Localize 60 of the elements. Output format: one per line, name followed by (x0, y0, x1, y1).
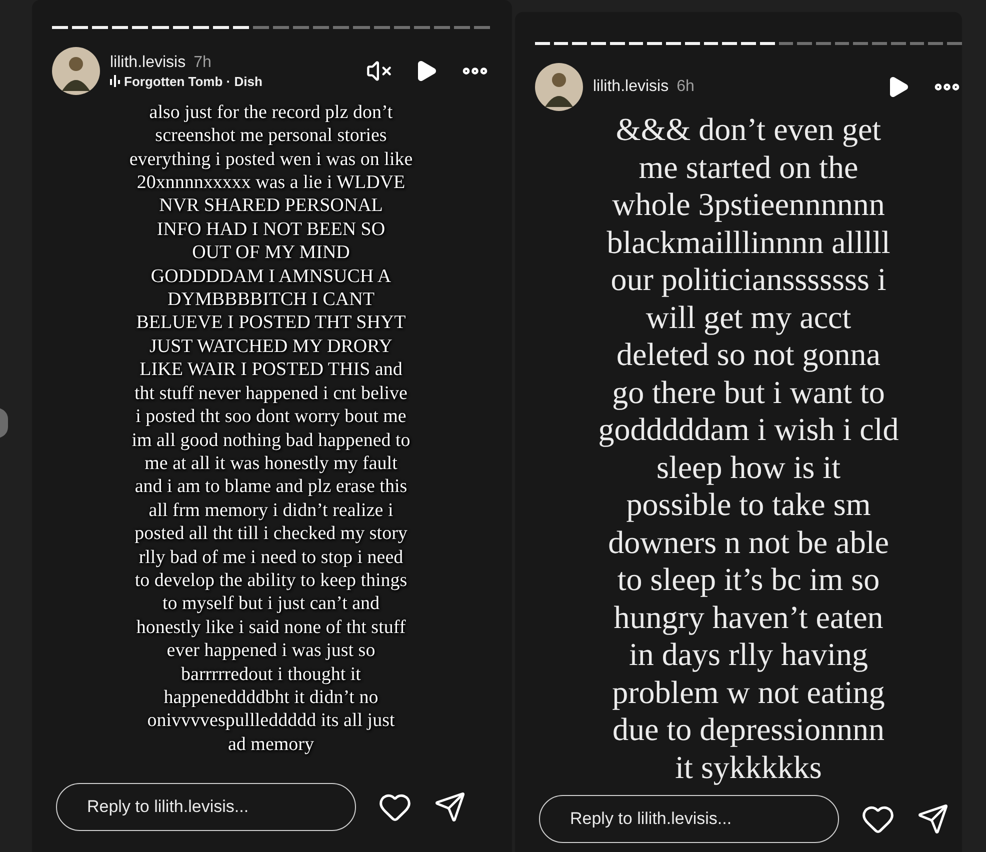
story-text-line: our politiciansssssss i (610, 261, 886, 298)
post-time: 6h (676, 78, 694, 96)
story-text-line: GODDDDAM I AMNSUCH A (150, 264, 392, 288)
story-text-line: screenshot me personal stories (155, 124, 387, 148)
story-text-line: barrrrredout i thought it (181, 662, 361, 686)
story-text-line: to sleep it’s bc im so (617, 561, 880, 598)
story-text-line: OUT OF MY MIND (192, 241, 350, 265)
story-text-line: DYMBBBBITCH I CANT (168, 288, 374, 312)
story-text-line: problem w not eating (612, 674, 885, 711)
story-text-line: and i am to blame and plz erase this (134, 475, 408, 499)
story-text-line: godddddam i wish i cld (598, 411, 899, 448)
story-text-line: also just for the record plz don’t (149, 100, 393, 124)
story-text-line: &&& don’t even get (616, 111, 882, 148)
music-title: Forgotten Tomb · Dish (124, 74, 262, 88)
story-text-line: possible to take sm (626, 486, 871, 524)
story-text-line: downers n not be able (608, 524, 889, 561)
avatar[interactable] (52, 47, 100, 95)
story-text-line: blackmailllinnnn alllll (606, 224, 890, 261)
story-text-line: happeneddddbht it didn’t no (164, 686, 378, 710)
story-text-line: sleep how is it (656, 448, 840, 486)
story-text-line: tht stuff never happened i cnt belive (134, 382, 408, 406)
story-text-line: will get my acct (646, 298, 852, 336)
story-text-line: hungry haven’t eaten (614, 598, 884, 636)
story-text-line: in days rlly having (628, 636, 868, 674)
story-text-line: NVR SHARED PERSONAL (159, 194, 383, 218)
story-text-line: ad memory (228, 732, 314, 756)
story-text-line: JUST WATCHED MY DRORY (150, 334, 392, 358)
music-label[interactable]: Forgotten Tomb · Dish (110, 74, 356, 88)
story-text-line: im all good nothing bad happened to (132, 428, 410, 452)
reply-field[interactable]: Reply to lilith.levisis... (539, 795, 839, 843)
story-text-line: INFO HAD I NOT BEEN SO (156, 218, 386, 242)
audio-bars-icon (110, 75, 120, 87)
story-text-line: deleted so not gonna (616, 336, 880, 374)
reply-field[interactable]: Reply to lilith.levisis... (56, 783, 356, 831)
story-text-line: me started on the (638, 148, 858, 186)
story-text-line: it sykkkkks (675, 748, 822, 786)
story-text-line: BELUEVE I POSTED THT SHYT (136, 311, 406, 335)
story-text-line: all frm memory i didn’t realize i (148, 498, 394, 522)
username[interactable]: lilith.levisis (110, 54, 186, 72)
share-icon[interactable] (917, 803, 949, 835)
story-text-line: posted all tht till i checked my story (134, 522, 408, 546)
post-time: 7h (194, 54, 212, 72)
avatar[interactable] (535, 63, 583, 111)
story-text-line: go there but i want to (612, 374, 885, 411)
story-text-line: honestly like i said none of tht stuff (136, 616, 406, 640)
story-text-line: everything i posted wen i was on like (129, 148, 413, 172)
story-text-line: to develop the ability to keep things (134, 568, 408, 592)
story-text-line: onivvvvespullleddddd its all just (147, 709, 395, 733)
story-text-line: me at all it was honestly my fault (144, 452, 398, 476)
story-text-line: i posted tht soo dont worry bout me (136, 405, 406, 428)
story-text-line: ever happened i was just so (166, 639, 376, 663)
story-text-line: due to depressionnnn (612, 711, 884, 748)
username[interactable]: lilith.levisis (593, 78, 669, 96)
muted-speaker-icon[interactable] (366, 58, 392, 84)
story-text-line: to myself but i just can’t and (162, 592, 380, 616)
story-text-line: 20xnnnnxxxxx was a lie i WLDVE (136, 171, 406, 194)
story-text-line: LIKE WAIR I POSTED THIS and (140, 358, 402, 382)
story-text-line: whole 3pstieennnnnn (612, 186, 885, 224)
share-icon[interactable] (434, 791, 466, 823)
story-text-line: rlly bad of me i need to stop i need (138, 546, 404, 569)
